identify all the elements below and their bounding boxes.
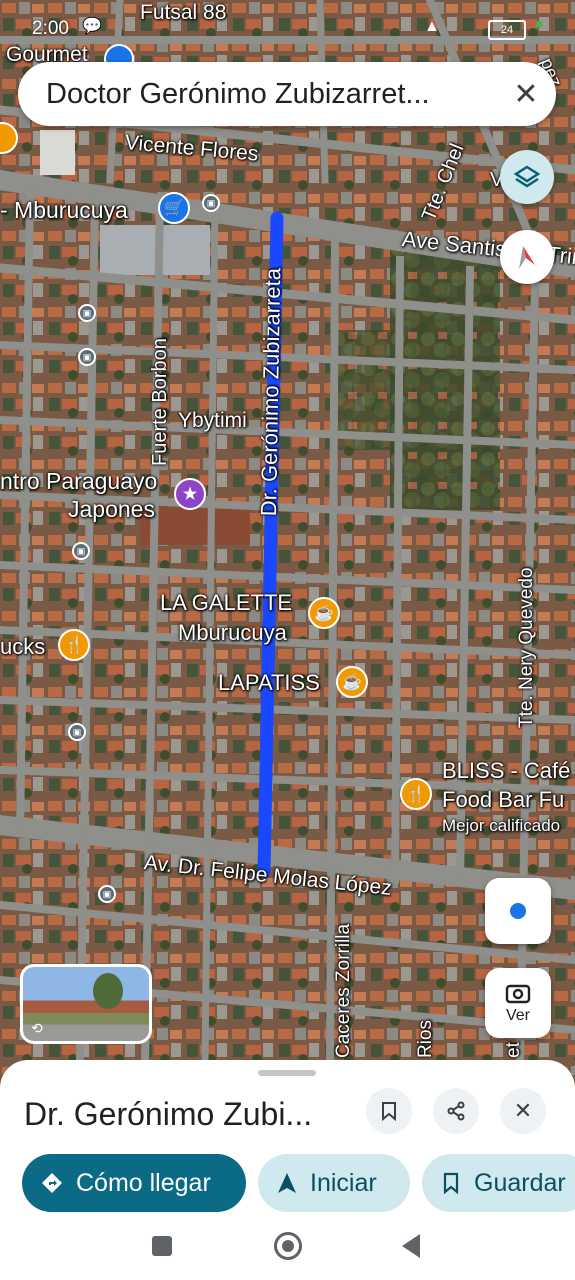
street-view-thumbnail[interactable]: ⟲: [20, 964, 152, 1044]
system-nav-bar: [0, 1220, 575, 1280]
close-sheet-button[interactable]: ✕: [500, 1088, 546, 1134]
directions-button[interactable]: Cómo llegar: [22, 1154, 246, 1212]
street-label-rios: Rios: [415, 1019, 436, 1058]
tree-shape: [93, 973, 123, 1009]
save-label: Guardar: [474, 1168, 566, 1197]
search-bar[interactable]: Doctor Gerónimo Zubizarret... ✕: [18, 62, 556, 126]
bookmark-icon: [382, 1102, 396, 1121]
layers-button[interactable]: [500, 150, 554, 204]
poi-label-lapatiss[interactable]: LAPATISS: [218, 672, 320, 694]
restaurant-icon[interactable]: 🍴: [58, 629, 90, 661]
bus-stop-icon[interactable]: ▣: [72, 542, 90, 560]
start-button[interactable]: Iniciar: [258, 1154, 410, 1212]
my-location-icon: [510, 903, 526, 919]
directions-icon: [42, 1173, 62, 1193]
recents-icon[interactable]: [152, 1236, 172, 1256]
compass-button[interactable]: [500, 230, 554, 284]
signal-icon: ▲: [424, 18, 440, 35]
close-icon[interactable]: ✕: [496, 77, 556, 112]
bus-stop-icon[interactable]: ▣: [78, 348, 96, 366]
street-label-zubizarreta: Dr. Gerónimo Zubizarreta: [256, 267, 286, 517]
status-time: 2:00: [32, 18, 69, 39]
my-location-button[interactable]: [485, 878, 551, 944]
bus-stop-icon[interactable]: ▣: [202, 194, 220, 212]
bookmark-button[interactable]: [366, 1088, 412, 1134]
poi-label-japones: Japones: [68, 496, 155, 522]
museum-icon[interactable]: ★: [174, 478, 206, 510]
home-icon[interactable]: [274, 1232, 302, 1260]
place-title: Dr. Gerónimo Zubi...: [24, 1096, 313, 1132]
street-label-fuerte-borbon: Fuerte Borbon: [149, 338, 171, 466]
poi-label-la-galette[interactable]: LA GALETTE: [160, 592, 292, 614]
bus-stop-icon[interactable]: ▣: [68, 723, 86, 741]
street-label-et: et: [503, 1042, 524, 1058]
close-icon: ✕: [513, 1098, 533, 1123]
street-view-icon: ⟲: [31, 1020, 43, 1036]
save-button[interactable]: Guardar: [422, 1154, 575, 1212]
cafe-icon[interactable]: ☕: [336, 666, 368, 698]
location-icon: ●: [534, 16, 544, 33]
drag-handle[interactable]: [258, 1070, 316, 1076]
start-label: Iniciar: [310, 1168, 377, 1197]
poi-label-bliss-sub[interactable]: Food Bar Fu: [442, 789, 564, 811]
status-bar: 2:00 💬 ▲ 24 ●: [0, 0, 575, 40]
poi-label-bliss-rating: Mejor calificado: [442, 816, 561, 835]
street-label-mburucuya: - Mburucuya: [0, 197, 128, 223]
share-icon: [447, 1101, 465, 1121]
poi-label-la-galette-sub[interactable]: Mburucuya: [178, 622, 287, 644]
share-button[interactable]: [433, 1088, 479, 1134]
street-label-caceres-zorrilla: Caceres Zorrilla: [333, 923, 354, 1058]
street-label-nery-quevedo: Tte. Nery Quevedo: [516, 567, 537, 728]
poi-label-centro-paraguayo: ntro Paraguayo: [0, 468, 158, 494]
navigation-arrow-icon: [278, 1173, 296, 1193]
poi-label-starbucks[interactable]: ucks: [0, 636, 45, 658]
search-query[interactable]: Doctor Gerónimo Zubizarret...: [46, 78, 496, 111]
battery-icon: 24: [488, 20, 526, 40]
notification-icon: 💬: [82, 18, 102, 35]
back-icon[interactable]: [402, 1234, 420, 1258]
street-label-ybytimi: Ybytimi: [178, 409, 247, 432]
shopping-cart-icon[interactable]: 🛒: [158, 192, 190, 224]
directions-label: Cómo llegar: [76, 1168, 211, 1197]
layers-icon: [513, 165, 541, 188]
lens-label: Ver: [505, 1007, 530, 1024]
camera-icon: [505, 984, 531, 1004]
bus-stop-icon[interactable]: ▣: [98, 885, 116, 903]
bus-stop-icon[interactable]: ▣: [78, 304, 96, 322]
compass-icon: [519, 246, 535, 269]
poi-label-bliss[interactable]: BLISS - Café: [442, 760, 570, 782]
bookmark-icon: [443, 1172, 459, 1194]
lens-button[interactable]: Ver: [485, 968, 551, 1038]
cafe-icon[interactable]: ☕: [308, 597, 340, 629]
restaurant-icon[interactable]: 🍴: [400, 778, 432, 810]
